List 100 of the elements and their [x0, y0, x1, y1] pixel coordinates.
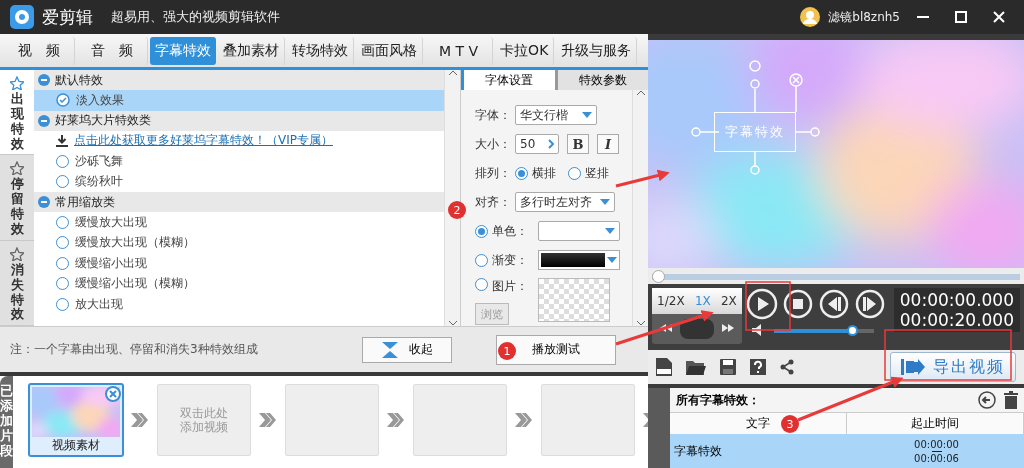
scroll-up-icon[interactable] [447, 70, 458, 76]
scroll-up-icon[interactable] [635, 90, 646, 96]
app-slogan: 超易用、强大的视频剪辑软件 [111, 8, 281, 26]
effect-option[interactable]: 缓慢缩小出现（模糊） [34, 273, 444, 294]
empty-clip-slot[interactable] [285, 384, 379, 456]
subtitle-row[interactable]: 字幕特效 00:00:00 00:00:06 [670, 434, 1024, 468]
effect-option[interactable]: 沙砾飞舞 [34, 151, 444, 172]
stop-icon[interactable] [782, 288, 814, 320]
speed-option[interactable]: 1/2X [657, 294, 685, 308]
radio-button[interactable] [56, 297, 69, 311]
scroll-down-icon[interactable] [635, 320, 646, 326]
download-icon [56, 134, 68, 147]
export-icon [901, 359, 925, 375]
italic-button[interactable]: I [597, 134, 619, 154]
radio-button[interactable] [475, 278, 488, 291]
font-select[interactable]: 华文行楷 [515, 105, 597, 125]
chevron-right-icon [548, 139, 554, 149]
chevron-icon [515, 413, 533, 427]
menu-tab[interactable]: 升级与服务 [556, 36, 638, 65]
chevron-icon [259, 413, 277, 427]
gradient-select[interactable] [538, 250, 620, 270]
radio-label: 竖排 [585, 164, 609, 182]
menu-tab[interactable]: 视 频 [4, 36, 75, 65]
empty-clip-slot[interactable] [541, 384, 635, 456]
menu-tab[interactable]: 卡拉OK [495, 36, 555, 65]
highlight-frame [745, 281, 791, 331]
menu-tab[interactable]: 转场特效 [287, 36, 354, 65]
radio-button[interactable] [515, 166, 528, 180]
effect-option[interactable]: 缓慢缩小出现 [34, 253, 444, 274]
export-button[interactable]: 导出视频 [890, 352, 1016, 382]
time-readout: 00:00:20.000 [899, 310, 1014, 330]
align-select[interactable]: 多行时左对齐 [515, 192, 615, 212]
star-icon [10, 76, 24, 90]
empty-clip-slot[interactable] [413, 384, 507, 456]
clips-side-tab[interactable]: 已添加片段 [0, 376, 13, 468]
scrollbar[interactable] [444, 70, 460, 326]
next-frame-icon[interactable] [854, 288, 886, 320]
previous-frame-icon[interactable] [818, 288, 850, 320]
collapse-icon[interactable] [38, 114, 50, 127]
save-icon[interactable] [720, 359, 736, 375]
star-icon [10, 161, 24, 176]
folder-icon[interactable] [686, 359, 706, 375]
effect-option[interactable]: 放大出现 [34, 294, 444, 315]
color-select[interactable] [538, 221, 620, 241]
effect-option[interactable]: 缤纷秋叶 [34, 171, 444, 192]
field-label: 字体： [475, 106, 511, 124]
menu-tab[interactable]: 画面风格 [356, 36, 423, 65]
image-preview [538, 278, 610, 322]
radio-button[interactable] [56, 154, 69, 168]
play-icon[interactable] [746, 288, 778, 320]
menu-tab[interactable]: 音 频 [77, 36, 148, 65]
bold-button[interactable]: B [567, 134, 589, 154]
speed-option[interactable]: 2X [721, 294, 737, 308]
share-icon[interactable] [780, 359, 794, 375]
avatar-icon [800, 7, 821, 27]
back-icon[interactable] [978, 391, 996, 409]
video-clip[interactable]: 视频素材 [29, 384, 123, 456]
dropdown-caret-icon [582, 112, 592, 118]
dropdown-caret-icon [607, 257, 617, 263]
new-file-icon[interactable] [656, 358, 672, 376]
radio-button[interactable] [56, 277, 69, 291]
side-tab[interactable]: 停留特效 [0, 155, 34, 241]
radio-button[interactable] [56, 215, 69, 229]
radio-label: 渐变： [492, 251, 529, 269]
volume-handle[interactable] [846, 324, 858, 336]
collapse-button[interactable]: 收起 [362, 336, 452, 363]
remove-icon[interactable] [105, 386, 121, 402]
field-label: 对齐： [475, 193, 511, 211]
radio-button[interactable] [568, 166, 581, 180]
help-icon[interactable] [750, 359, 766, 375]
settings-tab[interactable]: 字体设置 [461, 70, 555, 90]
group-title: 好莱坞大片特效类 [55, 112, 151, 129]
collapse-icon[interactable] [38, 196, 50, 208]
effect-option[interactable]: 淡入效果 [34, 90, 444, 111]
seek-handle[interactable] [652, 269, 665, 283]
scrollbar[interactable] [632, 90, 648, 326]
menu-tab[interactable]: M T V [425, 36, 494, 65]
app-logo-icon [10, 5, 34, 29]
group-title: 常用缩放类 [55, 193, 115, 211]
side-tab[interactable]: 出现特效 [0, 70, 34, 156]
vip-link[interactable]: 点击此处获取更多好莱坞字幕特效！（VIP专属） [74, 132, 333, 150]
size-field[interactable]: 50 [515, 134, 559, 154]
note-text: 注：一个字幕由出现、停留和消失3种特效组成 [10, 341, 259, 358]
radio-button[interactable] [475, 253, 488, 267]
effect-option[interactable]: 缓慢放大出现（模糊） [34, 232, 444, 253]
dropdown-caret-icon [605, 228, 615, 234]
trash-icon[interactable] [1004, 391, 1018, 409]
field-label: 排列： [475, 164, 511, 182]
collapse-icon[interactable] [38, 74, 50, 86]
radio-button[interactable] [56, 175, 69, 189]
menu-tab[interactable]: 叠加素材 [218, 36, 285, 65]
radio-button[interactable] [475, 224, 488, 238]
settings-tab[interactable]: 特效参数 [554, 70, 648, 90]
scroll-down-icon[interactable] [447, 320, 458, 326]
effect-option[interactable]: 缓慢放大出现 [34, 212, 444, 233]
side-tab[interactable]: 消失特效 [0, 240, 34, 326]
radio-button[interactable] [56, 256, 69, 270]
radio-button[interactable] [56, 236, 69, 250]
user-name[interactable]: 滤镜bl8znh5 [828, 8, 900, 26]
chevron-icon [387, 413, 405, 427]
